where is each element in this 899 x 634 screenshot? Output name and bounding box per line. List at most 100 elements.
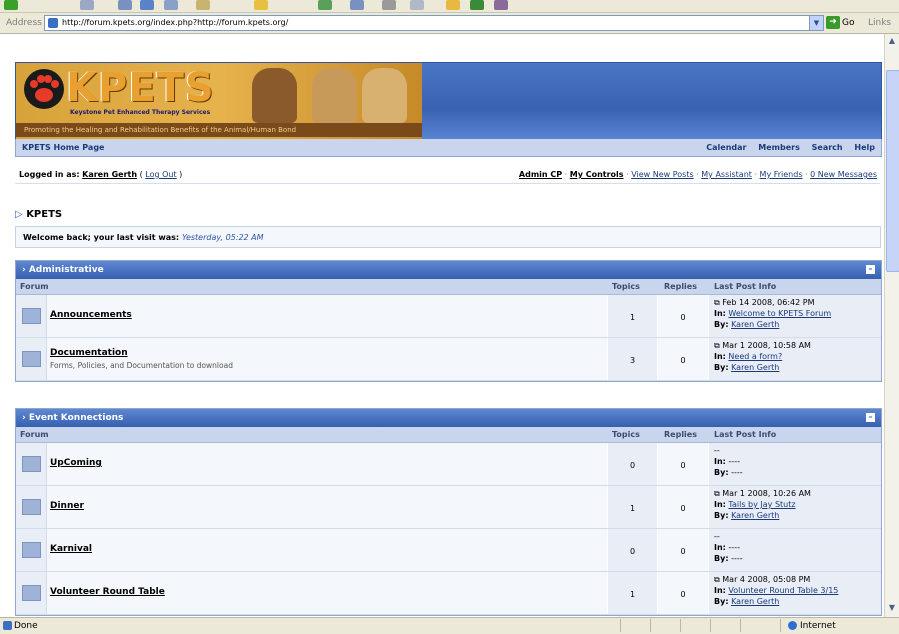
logout-link[interactable]: Log Out [145,170,176,179]
last-post-topic-link[interactable]: Volunteer Round Table 3/15 [728,586,838,595]
go-button[interactable]: Go [842,18,854,28]
address-url[interactable]: http://forum.kpets.org/index.php?http://… [62,18,288,27]
user-name-link[interactable]: Karen Gerth [82,170,137,179]
topics-cell: 0 [608,443,657,485]
address-input[interactable]: http://forum.kpets.org/index.php?http://… [44,15,824,31]
vertical-scrollbar[interactable]: ▲ ▼ [884,34,899,617]
tools-button[interactable] [494,0,508,10]
category-title-text[interactable]: Event Konnections [29,413,124,423]
address-label: Address [6,18,42,28]
topics-count: 1 [629,313,636,322]
last-post-by: By: ---- [714,468,743,477]
search-button[interactable] [196,0,210,10]
breadcrumb-arrow-icon: ▷ [15,209,23,220]
last-post-topic-link[interactable]: Need a form? [728,352,782,361]
home-button[interactable] [164,0,178,10]
forum-row-documentation: Documentation Forms, Policies, and Docum… [16,338,881,381]
back-button[interactable] [4,0,18,10]
browser-toolbar [0,0,899,13]
mail-button[interactable] [350,0,364,10]
last-visit-date: Yesterday, 05:22 AM [181,233,264,242]
topics-cell: 1 [608,295,657,337]
replies-cell: 0 [658,486,708,528]
column-header-row: Forum Topics Replies Last Post Info [16,279,881,295]
last-post-cell: ⧉ Mar 4 2008, 05:08 PM In: Volunteer Rou… [709,572,881,614]
go-arrow-icon[interactable]: ➜ [826,16,840,29]
welcome-message: Welcome back; your last visit was: [23,233,180,242]
welcome-text: Welcome back; your last visit was: Yeste… [23,233,264,242]
print-button[interactable] [382,0,396,10]
last-post-date: -- [714,532,720,541]
refresh-button[interactable] [140,0,154,10]
nav-members-link[interactable]: Members [758,143,800,152]
category-title-text[interactable]: Administrative [29,265,104,275]
messenger-button[interactable] [446,0,460,10]
forum-link[interactable]: UpComing [50,458,102,468]
site-logo[interactable]: KPETS Keystone Pet Enhanced Therapy Serv… [16,63,422,140]
chevron-down-icon[interactable]: ▼ [809,16,823,30]
forum-link[interactable]: Documentation [50,348,128,358]
forward-button[interactable] [80,0,94,10]
my-assistant-link[interactable]: My Assistant [701,170,752,179]
view-new-posts-link[interactable]: View New Posts [631,170,693,179]
last-post-date[interactable]: ⧉ Mar 4 2008, 05:08 PM [714,575,810,585]
nav-search-link[interactable]: Search [812,143,843,152]
last-post-topic-link[interactable]: Welcome to KPETS Forum [728,309,831,318]
scroll-thumb[interactable] [886,70,899,272]
nav-help-link[interactable]: Help [854,143,875,152]
nav-home-link[interactable]: KPETS Home Page [22,143,104,152]
breadcrumb: ▷ KPETS [15,209,62,220]
collapse-icon[interactable]: – [866,265,875,274]
breadcrumb-kpets-link[interactable]: KPETS [26,209,62,220]
nav-links: Calendar Members Search Help [697,143,875,152]
last-post-user-link[interactable]: Karen Gerth [731,320,779,329]
last-post-date-text: Feb 14 2008, 06:42 PM [722,298,815,307]
forum-status-icon [22,351,41,367]
last-post-in: In: ---- [714,457,740,466]
last-post-by: By: Karen Gerth [714,597,779,606]
category-title[interactable]: › Event Konnections [22,413,123,423]
replies-count: 0 [680,313,686,322]
edit-button[interactable] [410,0,424,10]
last-post-user: ---- [731,554,743,563]
forum-status-icon [22,308,41,324]
topics-count: 0 [629,547,636,556]
topics-cell: 1 [608,486,657,528]
scroll-up-icon[interactable]: ▲ [886,35,898,47]
last-post-in: In: Volunteer Round Table 3/15 [714,586,838,595]
in-label: In: [714,586,726,595]
scroll-down-icon[interactable]: ▼ [886,602,898,614]
last-post-date[interactable]: ⧉ Mar 1 2008, 10:26 AM [714,489,811,499]
forum-link[interactable]: Announcements [50,310,132,320]
last-post-cell: ⧉ Mar 1 2008, 10:26 AM In: Tails by Jay … [709,486,881,528]
last-post-date[interactable]: ⧉ Feb 14 2008, 06:42 PM [714,298,814,308]
favorites-button[interactable] [254,0,268,10]
replies-count: 0 [680,356,686,365]
stop-button[interactable] [118,0,132,10]
last-post-user-link[interactable]: Karen Gerth [731,363,779,372]
last-post-cell: ⧉ Mar 1 2008, 10:58 AM In: Need a form? … [709,338,881,380]
my-friends-link[interactable]: My Friends [760,170,803,179]
last-post-topic-link[interactable]: Tails by Jay Stutz [728,500,795,509]
last-post-user-link[interactable]: Karen Gerth [731,511,779,520]
logo-subtitle: Keystone Pet Enhanced Therapy Services [70,109,211,116]
collapse-icon[interactable]: – [866,413,875,422]
in-label: In: [714,309,726,318]
in-label: In: [714,543,726,552]
forum-link[interactable]: Dinner [50,501,84,511]
forum-link[interactable]: Volunteer Round Table [50,587,165,597]
status-divider [740,619,741,632]
category-title[interactable]: › Administrative [22,265,104,275]
research-button[interactable] [470,0,484,10]
address-bar: Address http://forum.kpets.org/index.php… [0,13,899,34]
history-button[interactable] [318,0,332,10]
my-controls-link[interactable]: My Controls [570,170,624,179]
nav-calendar-link[interactable]: Calendar [706,143,746,152]
admin-cp-link[interactable]: Admin CP [519,170,562,179]
new-messages-link[interactable]: 0 New Messages [810,170,877,179]
status-divider [710,619,711,632]
last-post-date[interactable]: ⧉ Mar 1 2008, 10:58 AM [714,341,811,351]
last-post-user-link[interactable]: Karen Gerth [731,597,779,606]
forum-link[interactable]: Karnival [50,544,92,554]
links-button[interactable]: Links [868,18,891,28]
